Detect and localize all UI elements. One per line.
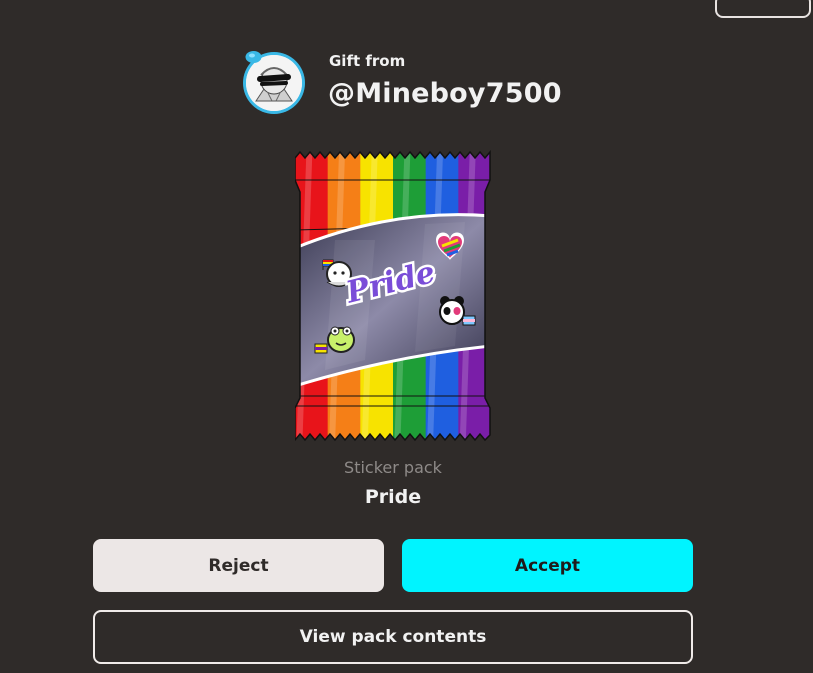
gift-dialog: Gift from @Mineboy7500 Pride Pride Stick… bbox=[0, 0, 813, 673]
accept-button[interactable]: Accept bbox=[402, 539, 693, 592]
reject-button[interactable]: Reject bbox=[93, 539, 384, 592]
view-pack-contents-button[interactable]: View pack contents bbox=[93, 610, 693, 664]
pack-type-label: Sticker pack bbox=[344, 458, 442, 477]
pack-name: Pride bbox=[364, 486, 422, 508]
top-right-button[interactable] bbox=[715, 0, 811, 18]
verified-badge-icon bbox=[245, 51, 262, 63]
gift-from-label: Gift from bbox=[329, 52, 406, 70]
sticker-pack-image[interactable]: Pride Pride bbox=[295, 150, 491, 442]
sender-username[interactable]: @Mineboy7500 bbox=[328, 78, 562, 109]
